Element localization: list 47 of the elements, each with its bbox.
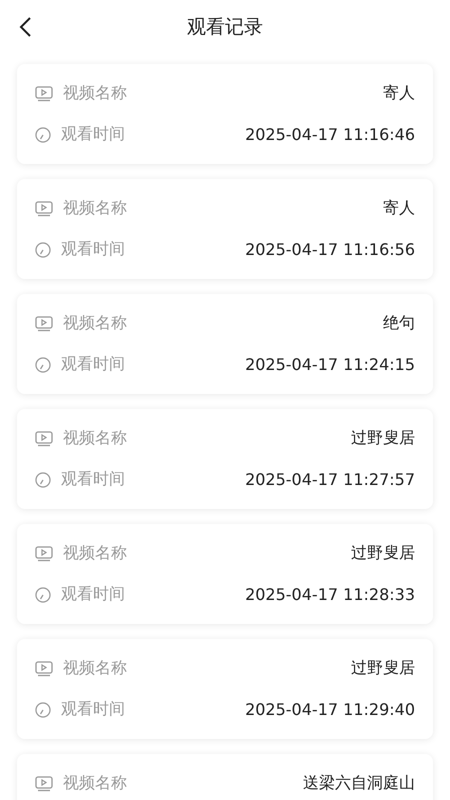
record-card[interactable]: 视频名称 过野叟居 观看时间 2025-04-17 11:29:40	[17, 639, 433, 739]
field-label: 视频名称	[63, 658, 127, 679]
record-card[interactable]: 视频名称 送梁六自洞庭山	[17, 754, 433, 800]
video-name: 送梁六自洞庭山	[303, 773, 415, 794]
watch-time: 2025-04-17 11:16:46	[245, 125, 415, 144]
clock-icon	[35, 472, 51, 488]
record-card[interactable]: 视频名称 寄人 观看时间 2025-04-17 11:16:46	[17, 64, 433, 164]
field-label: 观看时间	[61, 239, 125, 260]
field-label: 视频名称	[63, 428, 127, 449]
field-label: 视频名称	[63, 773, 127, 794]
clock-icon	[35, 586, 51, 602]
video-icon	[35, 316, 53, 332]
field-label: 观看时间	[61, 354, 125, 375]
clock-icon	[35, 126, 51, 142]
field-label: 观看时间	[61, 469, 125, 490]
record-card[interactable]: 视频名称 寄人 观看时间 2025-04-17 11:16:56	[17, 179, 433, 279]
page-title: 观看记录	[187, 15, 263, 40]
field-label: 视频名称	[63, 83, 127, 104]
video-name: 过野叟居	[351, 543, 415, 564]
video-icon	[35, 776, 53, 792]
field-label: 视频名称	[63, 313, 127, 334]
video-name: 寄人	[383, 83, 415, 104]
watch-time: 2025-04-17 11:28:33	[245, 585, 415, 604]
field-label: 视频名称	[63, 543, 127, 564]
video-icon	[35, 660, 53, 676]
watch-time: 2025-04-17 11:16:56	[245, 240, 415, 259]
video-name: 绝句	[383, 313, 415, 334]
video-name: 寄人	[383, 198, 415, 219]
clock-icon	[35, 242, 51, 258]
video-icon	[35, 546, 53, 562]
record-card[interactable]: 视频名称 绝句 观看时间 2025-04-17 11:24:15	[17, 294, 433, 394]
field-label: 观看时间	[61, 584, 125, 605]
video-icon	[35, 430, 53, 446]
video-icon	[35, 86, 53, 102]
clock-icon	[35, 702, 51, 718]
watch-time: 2025-04-17 11:24:15	[245, 355, 415, 374]
field-label: 视频名称	[63, 198, 127, 219]
video-name: 过野叟居	[351, 658, 415, 679]
field-label: 观看时间	[61, 699, 125, 720]
watch-time: 2025-04-17 11:27:57	[245, 470, 415, 489]
record-card[interactable]: 视频名称 过野叟居 观看时间 2025-04-17 11:28:33	[17, 524, 433, 624]
clock-icon	[35, 356, 51, 372]
record-card[interactable]: 视频名称 过野叟居 观看时间 2025-04-17 11:27:57	[17, 409, 433, 509]
video-icon	[35, 200, 53, 216]
video-name: 过野叟居	[351, 428, 415, 449]
field-label: 观看时间	[61, 124, 125, 145]
watch-time: 2025-04-17 11:29:40	[245, 700, 415, 719]
